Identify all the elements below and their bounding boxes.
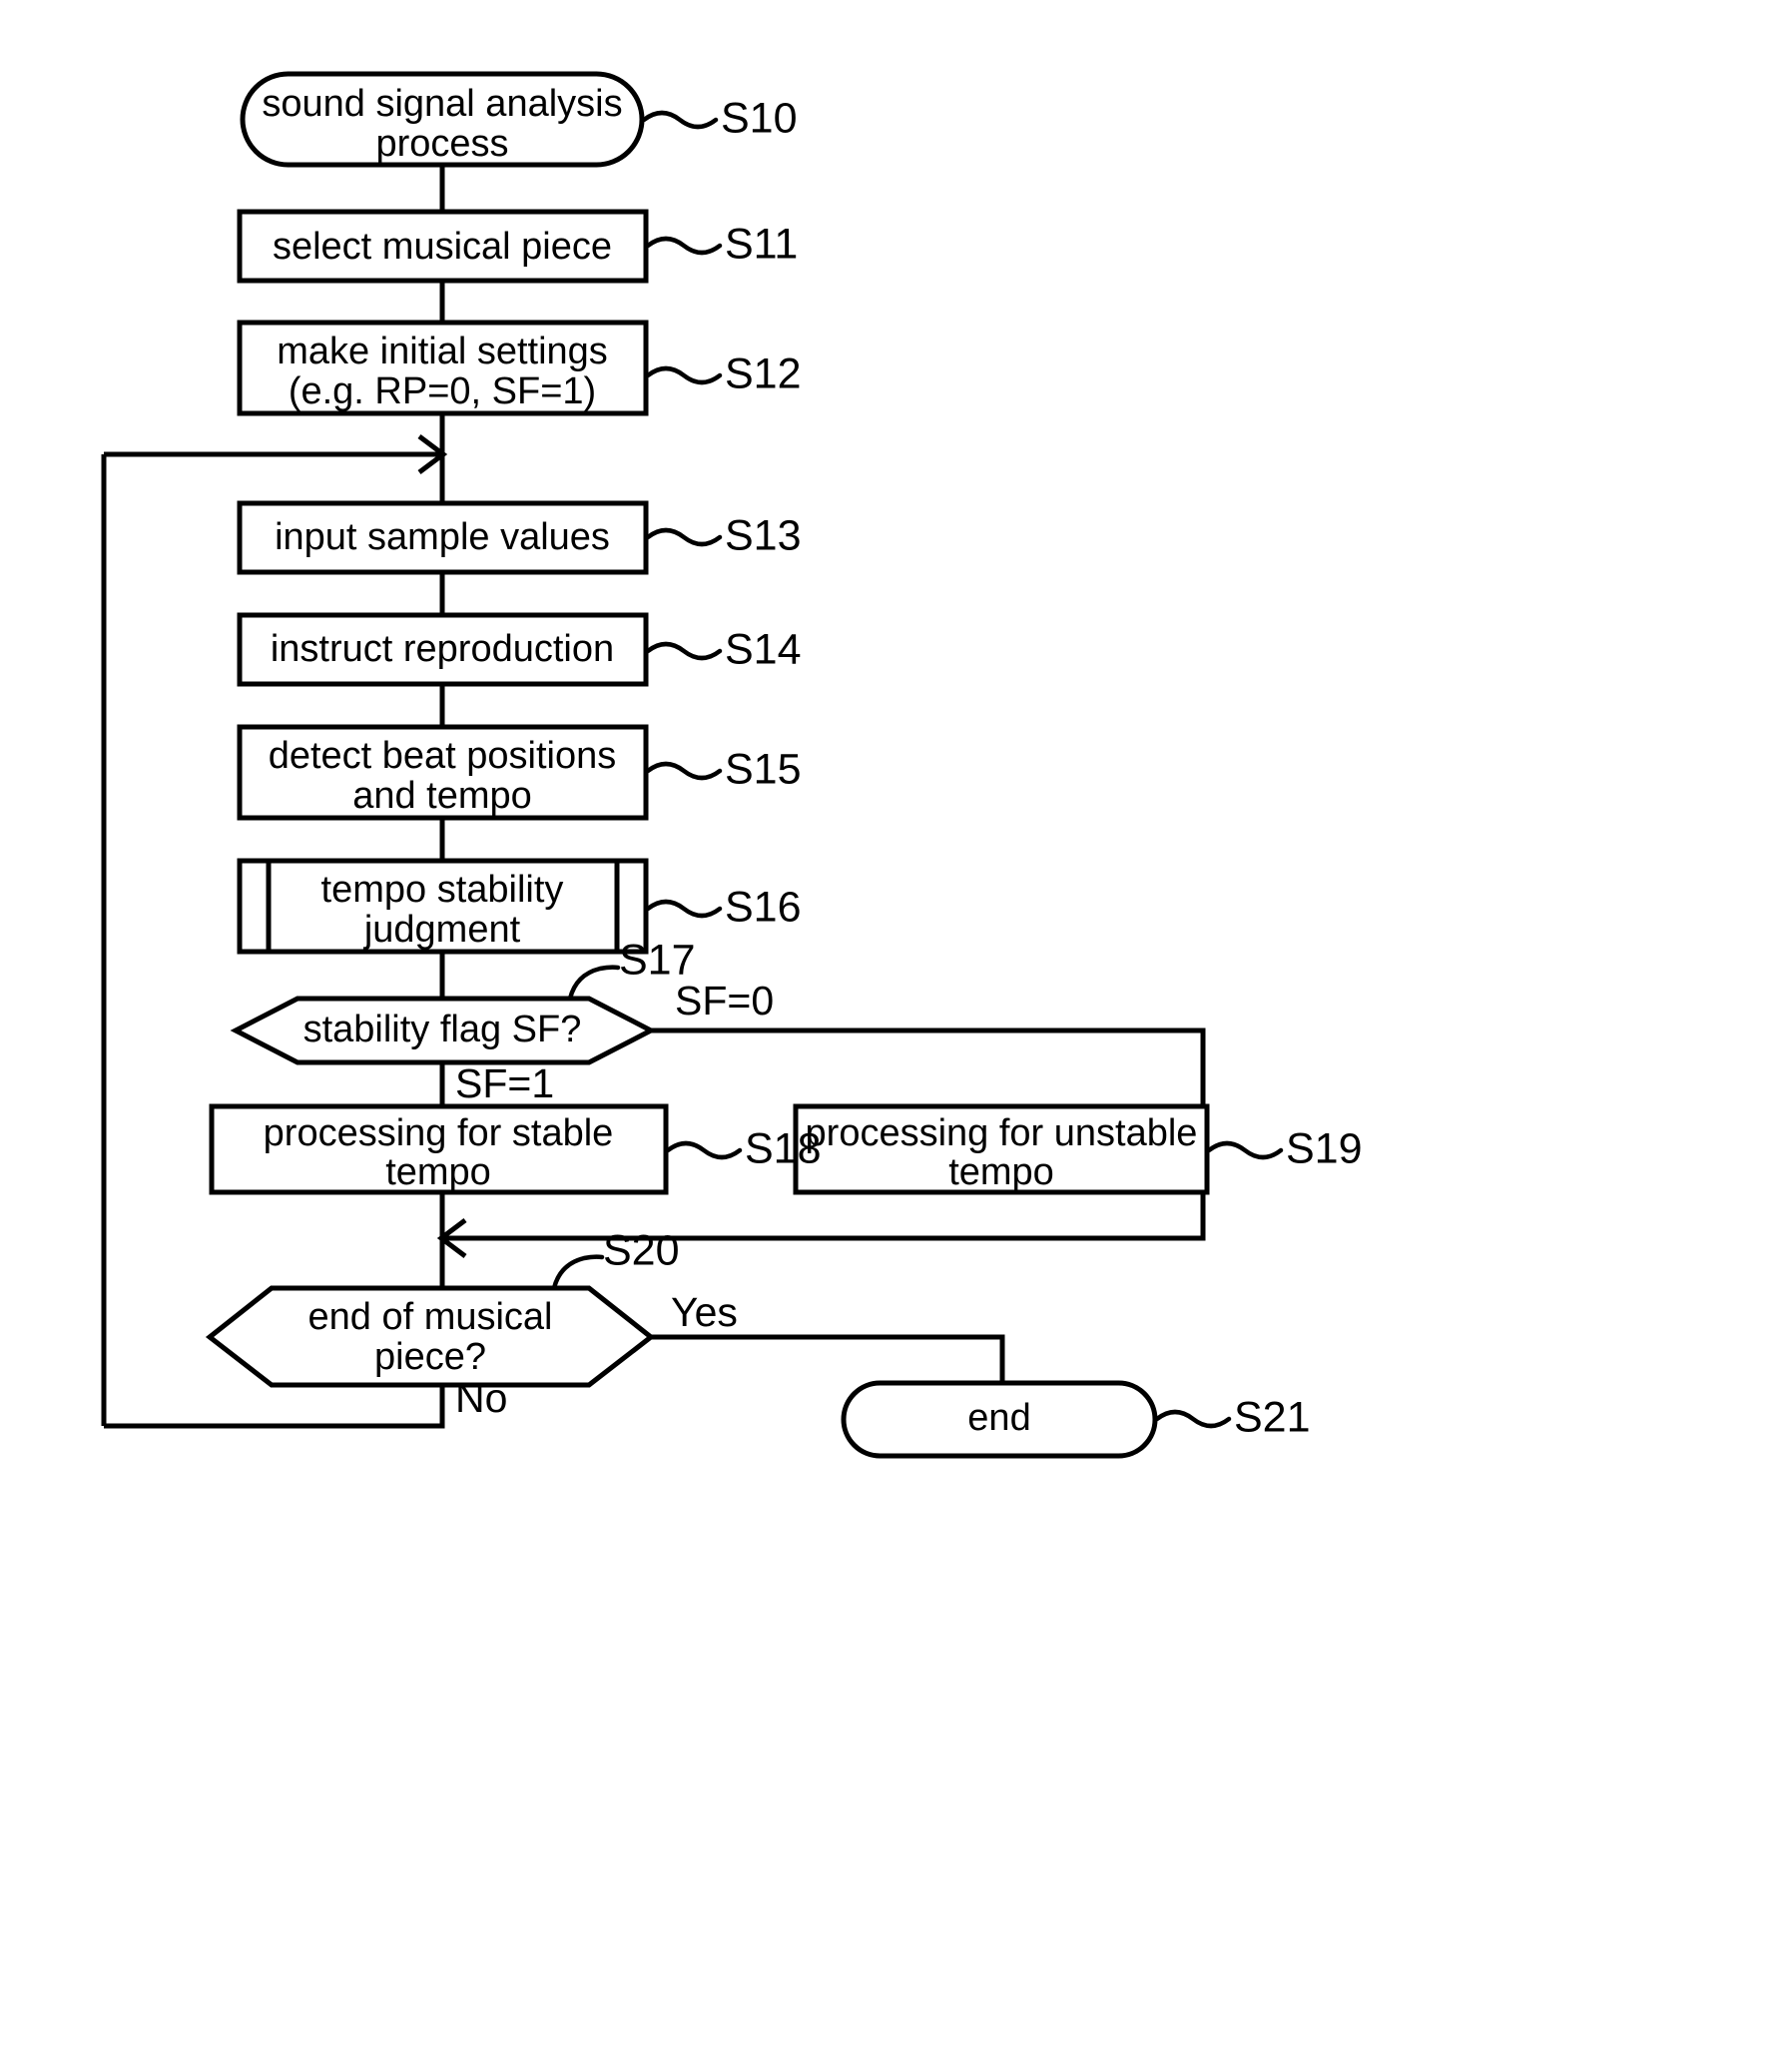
node-s10-line1: sound signal analysis: [262, 83, 622, 125]
node-s19-line1: processing for unstable: [806, 1112, 1198, 1154]
leader-s21: [1154, 1409, 1232, 1429]
step-label-s10: S10: [721, 94, 798, 142]
leader-s11: [645, 236, 723, 256]
edge-label-yes: Yes: [671, 1289, 738, 1335]
edge-label-no: No: [455, 1375, 507, 1421]
connector-s20-s21: [651, 1334, 1005, 1383]
node-s20-line1: end of musical: [307, 1296, 552, 1338]
node-s16-line2: judgment: [363, 909, 521, 951]
node-s15-line1: detect beat positions: [269, 735, 617, 777]
leader-s19: [1206, 1140, 1284, 1160]
step-label-s11: S11: [725, 220, 798, 268]
connector-s17-s19: [651, 1028, 1206, 1106]
node-s11-line1: select musical piece: [273, 226, 612, 268]
step-label-s12: S12: [725, 349, 802, 397]
leader-s17: [567, 965, 621, 1002]
step-label-s13: S13: [725, 511, 802, 559]
node-s12-line2: (e.g. RP=0, SF=1): [289, 370, 596, 412]
step-label-s15: S15: [725, 745, 802, 793]
node-s21-line1: end: [967, 1397, 1030, 1439]
node-s18-line1: processing for stable: [264, 1112, 614, 1154]
node-s12-line1: make initial settings: [277, 331, 608, 372]
node-s15-line2: and tempo: [352, 775, 532, 817]
flowchart-diagram: sound signal analysis process select mus…: [101, 71, 1363, 1459]
leader-s10: [641, 110, 719, 130]
node-s19-line2: tempo: [948, 1151, 1054, 1193]
step-label-s16: S16: [725, 883, 802, 931]
leader-s16: [645, 899, 723, 919]
node-s14-line1: instruct reproduction: [271, 628, 614, 670]
step-label-s19: S19: [1286, 1124, 1363, 1172]
step-label-s21: S21: [1234, 1393, 1311, 1441]
step-label-s14: S14: [725, 625, 802, 673]
leader-s15: [645, 761, 723, 781]
node-s13-line1: input sample values: [275, 516, 610, 558]
leader-s14: [645, 641, 723, 661]
edge-label-sf-zero: SF=0: [675, 978, 774, 1024]
connector-s19-merge: [445, 1192, 1206, 1241]
step-label-s18: S18: [745, 1124, 822, 1172]
flowchart-canvas: sound signal analysis process select mus…: [0, 0, 1792, 2059]
edge-label-sf-one: SF=1: [455, 1060, 554, 1106]
node-s10-line2: process: [375, 123, 508, 165]
node-s20-line2: piece?: [374, 1336, 486, 1378]
node-s16-line1: tempo stability: [321, 869, 564, 911]
step-label-s20: S20: [603, 1226, 680, 1274]
node-s18-line2: tempo: [385, 1151, 491, 1193]
leader-s20: [551, 1254, 605, 1291]
node-s17-line1: stability flag SF?: [303, 1009, 582, 1050]
leader-s18: [665, 1140, 743, 1160]
leader-s12: [645, 365, 723, 385]
leader-s13: [645, 527, 723, 547]
